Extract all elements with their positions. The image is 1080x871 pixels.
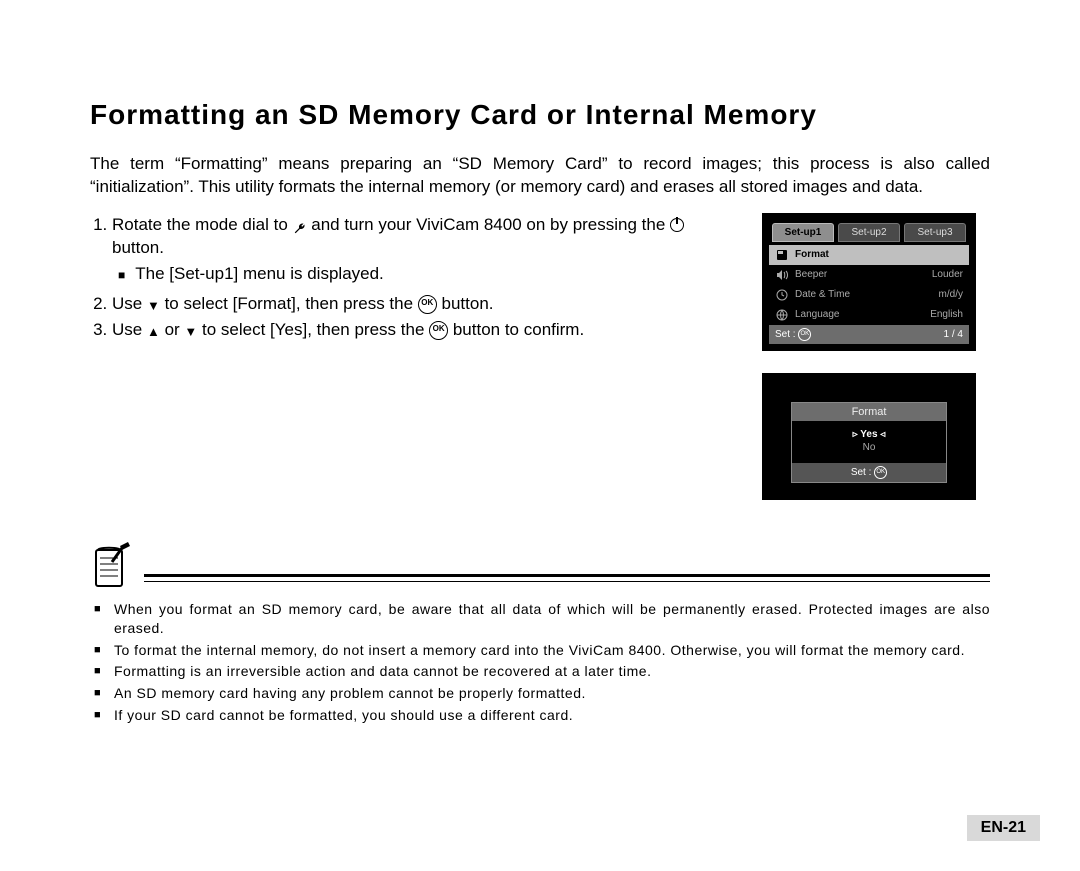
menu-item-beeper: Beeper Louder bbox=[769, 265, 969, 285]
format-dialog-foot: Set : OK bbox=[792, 463, 946, 482]
note-1: When you format an SD memory card, be aw… bbox=[114, 600, 990, 639]
page-number: EN-21 bbox=[967, 815, 1040, 841]
menu-item-language: Language English bbox=[769, 305, 969, 325]
notepad-icon bbox=[90, 542, 134, 590]
ok-icon-small: OK bbox=[798, 328, 811, 341]
divider bbox=[144, 574, 990, 582]
intro-paragraph: The term “Formatting” means preparing an… bbox=[90, 153, 990, 199]
note-3: Formatting is an irreversible action and… bbox=[114, 662, 990, 682]
page-title: Formatting an SD Memory Card or Internal… bbox=[90, 99, 990, 131]
format-icon bbox=[775, 248, 789, 262]
step-3: Use or to select [Yes], then press the O… bbox=[112, 318, 732, 342]
option-no: No bbox=[792, 442, 946, 453]
datetime-icon bbox=[775, 288, 789, 302]
lcd-format-confirm-screenshot: Format ▹ Yes ◃ No Set : OK bbox=[762, 373, 976, 500]
lcd-setup1-screenshot: Set-up1 Set-up2 Set-up3 Format Beeper bbox=[762, 213, 976, 351]
up-arrow-icon bbox=[147, 319, 160, 343]
beeper-icon bbox=[775, 268, 789, 282]
tab-setup1: Set-up1 bbox=[772, 223, 834, 242]
ok-icon: OK bbox=[418, 295, 437, 314]
ok-icon: OK bbox=[429, 321, 448, 340]
step-2: Use to select [Format], then press the O… bbox=[112, 292, 732, 316]
tab-setup3: Set-up3 bbox=[904, 223, 966, 242]
steps-list: Rotate the mode dial to and turn your Vi… bbox=[90, 213, 732, 343]
set-label: Set : OK bbox=[775, 328, 811, 341]
step-1-sub: The [Set-up1] menu is displayed. bbox=[118, 262, 732, 286]
note-4: An SD memory card having any problem can… bbox=[114, 684, 990, 704]
note-2: To format the internal memory, do not in… bbox=[114, 641, 990, 661]
note-5: If your SD card cannot be formatted, you… bbox=[114, 706, 990, 726]
format-dialog-title: Format bbox=[792, 403, 946, 421]
step-1: Rotate the mode dial to and turn your Vi… bbox=[112, 213, 732, 286]
menu-item-datetime: Date & Time m/d/y bbox=[769, 285, 969, 305]
page-indicator: 1 / 4 bbox=[944, 329, 963, 340]
option-yes: ▹ Yes ◃ bbox=[792, 429, 946, 440]
menu-item-format: Format bbox=[769, 245, 969, 265]
language-icon bbox=[775, 308, 789, 322]
notes-list: When you format an SD memory card, be aw… bbox=[90, 600, 990, 726]
tab-setup2: Set-up2 bbox=[838, 223, 900, 242]
down-arrow-icon bbox=[184, 319, 197, 343]
power-icon bbox=[670, 218, 684, 232]
setup-mode-icon bbox=[293, 218, 307, 232]
down-arrow-icon bbox=[147, 293, 160, 317]
ok-icon-small: OK bbox=[874, 466, 887, 479]
